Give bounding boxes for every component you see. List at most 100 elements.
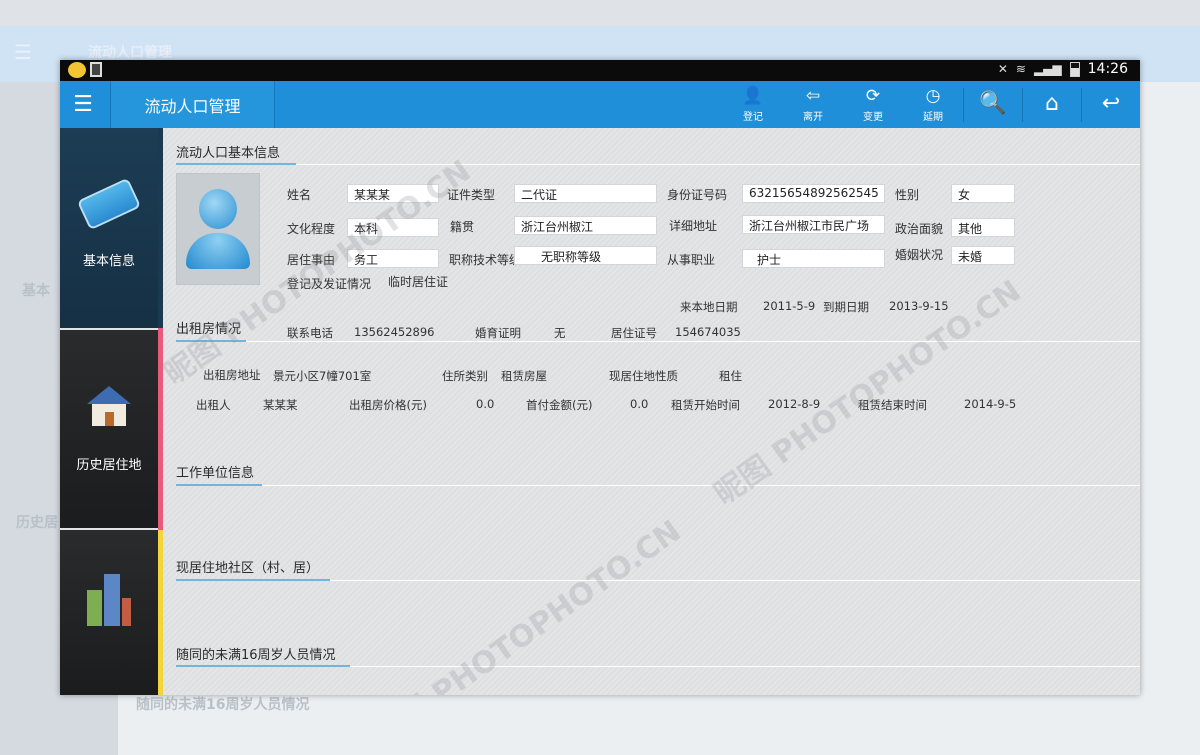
home-button[interactable]: ⌂: [1023, 81, 1081, 128]
back-button[interactable]: ↩: [1082, 81, 1140, 128]
leave-label: 离开: [803, 111, 823, 123]
address-field[interactable]: 浙江台州椒江市民广场: [742, 215, 885, 234]
register-button[interactable]: 👤 登记: [723, 81, 783, 128]
status-bar: ✕ ≋ ▂▄▆ 14:26: [60, 60, 1140, 81]
political-field[interactable]: 其他: [951, 218, 1015, 237]
app-title: 流动人口管理: [110, 81, 275, 128]
extend-icon: ◷: [925, 85, 941, 106]
house-icon: [87, 385, 131, 426]
section-title-work: 工作单位信息: [176, 466, 255, 481]
avatar-head-icon: [199, 189, 237, 229]
search-icon: 🔍: [979, 90, 1007, 116]
sidebar-item-history[interactable]: 历史居住地: [60, 330, 158, 528]
notification-doc-icon: [90, 62, 102, 77]
section-divider: [176, 341, 1140, 342]
education-label: 文化程度: [287, 222, 336, 236]
down-payment-label: 首付金额(元): [526, 398, 593, 412]
id-type-field[interactable]: 二代证: [514, 184, 657, 203]
title-level-label: 职称技术等级: [449, 253, 522, 267]
sidebar-item-label: 基本信息: [82, 253, 135, 269]
avatar-body-icon: [186, 233, 250, 269]
tag-icon: [76, 177, 142, 230]
app-window: ✕ ≋ ▂▄▆ 14:26 ☰ 流动人口管理 👤 登记 ⇦ 离开 ⟳ 变更 ◷ …: [60, 60, 1140, 695]
status-time: 14:26: [1087, 61, 1128, 77]
section-title-basic-info: 流动人口基本信息: [176, 146, 281, 161]
signal-icon: ▂▄▆: [1033, 62, 1062, 76]
reason-label: 居住事由: [287, 253, 336, 267]
title-level-field[interactable]: 无职称等级: [514, 246, 657, 265]
building-icon: [87, 573, 131, 626]
residence-nature-value: 租住: [719, 369, 742, 383]
menu-icon: ☰: [73, 92, 93, 117]
gender-label: 性别: [895, 188, 920, 202]
background-menu-icon: ☰: [14, 40, 32, 64]
notification-app-icon: [68, 62, 86, 78]
menu-button[interactable]: ☰: [60, 81, 106, 128]
section-underline: [176, 665, 350, 667]
background-side-label: 历史居: [16, 515, 58, 531]
section-divider: [176, 164, 1140, 165]
down-payment-value: 0.0: [630, 397, 649, 411]
wifi-icon: ≋: [1015, 62, 1026, 76]
native-place-field[interactable]: 浙江台州椒江: [514, 216, 657, 235]
lease-start-value: 2012-8-9: [768, 397, 821, 411]
background-app-title: 流动人口管理: [88, 45, 172, 61]
background-footer-text: 随同的未满16周岁人员情况: [136, 697, 310, 713]
register-label: 登记: [743, 111, 763, 123]
section-title-minors: 随同的未满16周岁人员情况: [176, 648, 336, 663]
name-field[interactable]: 某某某: [347, 184, 439, 203]
mute-icon: ✕: [997, 62, 1008, 76]
lease-end-value: 2014-9-5: [964, 397, 1017, 411]
section-underline: [176, 163, 296, 165]
section-underline: [176, 579, 330, 581]
rent-price-label: 出租房价格(元): [349, 398, 427, 412]
native-place-label: 籍贯: [450, 220, 475, 234]
search-button[interactable]: 🔍: [964, 81, 1022, 128]
extend-button[interactable]: ◷ 延期: [903, 81, 963, 128]
education-field[interactable]: 本科: [347, 218, 439, 237]
change-button[interactable]: ⟳ 变更: [843, 81, 903, 128]
id-number-field[interactable]: 63215654892562545: [742, 184, 885, 203]
app-bar: ☰ 流动人口管理 👤 登记 ⇦ 离开 ⟳ 变更 ◷ 延期 🔍 ⌂ ↩: [60, 81, 1140, 128]
gender-field[interactable]: 女: [951, 184, 1015, 203]
section-underline: [176, 340, 246, 342]
expire-date-value: 2013-9-15: [889, 299, 949, 313]
rent-price-value: 0.0: [476, 397, 495, 411]
background-status-bar: [0, 0, 1200, 26]
change-icon: ⟳: [865, 85, 881, 106]
home-icon: ⌂: [1045, 90, 1059, 116]
background-side-label: 基本: [22, 283, 50, 299]
sidebar-item-basic-info[interactable]: 基本信息: [60, 128, 158, 328]
phone-label: 联系电话: [287, 326, 333, 340]
section-title-community: 现居住地社区（村、居）: [176, 561, 320, 576]
occupation-label: 从事职业: [667, 253, 716, 267]
change-label: 变更: [863, 111, 883, 123]
arrive-date-label: 来本地日期: [680, 300, 738, 314]
residence-no-label: 居住证号: [611, 326, 657, 340]
sidebar: 基本信息 历史居住地: [60, 128, 163, 695]
political-label: 政治面貌: [895, 222, 944, 236]
occupation-field[interactable]: 护士: [742, 249, 885, 268]
housing-type-value: 租赁房屋: [501, 369, 547, 383]
rental-address-label: 出租房地址: [203, 368, 261, 382]
toolbar-actions: 👤 登记 ⇦ 离开 ⟳ 变更 ◷ 延期 🔍 ⌂ ↩: [723, 81, 1140, 128]
cert-label: 登记及发证情况: [287, 277, 372, 291]
lease-start-label: 租赁开始时间: [671, 398, 740, 412]
rental-address-value: 景元小区7幢701室: [273, 369, 372, 383]
back-icon: ↩: [1101, 90, 1121, 116]
reason-field[interactable]: 务工: [347, 249, 439, 268]
leave-button[interactable]: ⇦ 离开: [783, 81, 843, 128]
id-type-label: 证件类型: [447, 188, 496, 202]
marital-field[interactable]: 未婚: [951, 246, 1015, 265]
sidebar-item-label: 历史居住地: [76, 457, 142, 473]
lessor-value: 某某某: [263, 398, 298, 412]
leave-icon: ⇦: [805, 85, 821, 106]
birth-cert-label: 婚育证明: [475, 326, 521, 340]
sidebar-item-residence[interactable]: [60, 530, 158, 695]
address-label: 详细地址: [669, 219, 718, 233]
arrive-date-value: 2011-5-9: [763, 299, 816, 313]
phone-value: 13562452896: [354, 325, 435, 339]
name-label: 姓名: [287, 188, 312, 202]
cert-value: 临时居住证: [388, 275, 449, 289]
birth-cert-value: 无: [554, 326, 566, 340]
